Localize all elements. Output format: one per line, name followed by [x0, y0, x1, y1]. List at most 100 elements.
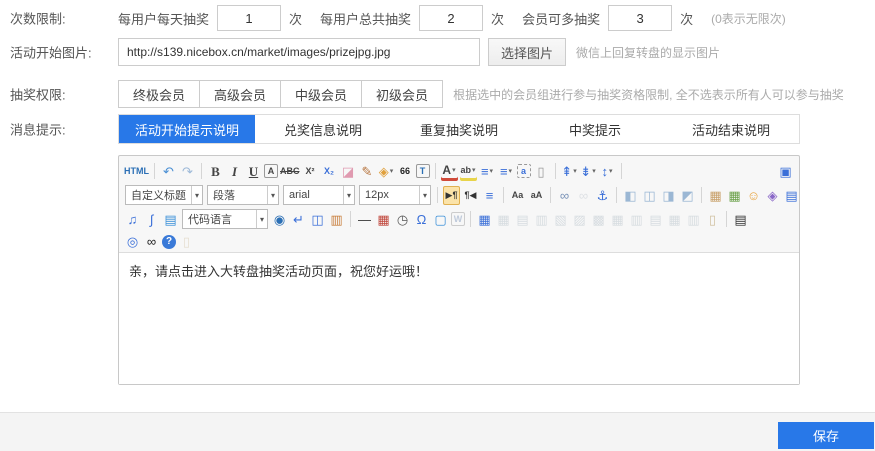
tab-repeat-draw[interactable]: 重复抽奖说明: [391, 115, 527, 143]
insert-columns-icon[interactable]: ◫: [309, 210, 326, 229]
superscript-icon[interactable]: X²: [302, 162, 319, 181]
upload-image-icon[interactable]: ▦: [726, 186, 743, 205]
chevron-down-icon[interactable]: ▾: [419, 186, 430, 204]
insert-template-icon[interactable]: ▥: [328, 210, 345, 229]
insert-date-icon[interactable]: ▦: [375, 210, 392, 229]
blockquote-icon[interactable]: 66: [397, 162, 414, 181]
chevron-down-icon[interactable]: ▾: [343, 186, 354, 204]
insert-row-above-icon[interactable]: ▧: [552, 210, 569, 229]
split-cells-icon[interactable]: ▥: [685, 210, 702, 229]
daily-draw-input[interactable]: [217, 5, 281, 31]
special-char-icon[interactable]: Ω: [413, 210, 430, 229]
delete-table-icon[interactable]: ▦: [495, 210, 512, 229]
space-above-icon[interactable]: ⇞▾: [561, 162, 578, 181]
font-family-select[interactable]: arial▾: [283, 185, 355, 205]
space-below-icon[interactable]: ⇟▾: [580, 162, 597, 181]
image-block-icon[interactable]: ◩: [679, 186, 696, 205]
undo-icon[interactable]: ↶: [160, 162, 177, 181]
paint-palette-icon[interactable]: ◈: [764, 186, 781, 205]
code-block-icon[interactable]: ◉: [271, 210, 288, 229]
insert-row-below-icon[interactable]: ▦: [609, 210, 626, 229]
chevron-down-icon[interactable]: ▾: [256, 210, 267, 228]
member-group-middle-button[interactable]: 中级会员: [280, 80, 362, 108]
font-color-icon[interactable]: A▾: [441, 162, 458, 181]
boxed-text-icon[interactable]: A: [264, 164, 278, 178]
anchor-icon[interactable]: ⚓: [594, 186, 611, 205]
image-url-input[interactable]: [118, 38, 480, 66]
fullscreen-icon[interactable]: ▣: [777, 162, 794, 181]
subscript-icon[interactable]: X₂: [321, 162, 338, 181]
member-extra-draw-input[interactable]: [608, 5, 672, 31]
new-document-icon[interactable]: ▯: [704, 210, 721, 229]
link-icon[interactable]: ∞: [556, 186, 573, 205]
new-page-icon[interactable]: ▯: [533, 162, 550, 181]
html-source-icon[interactable]: HTML: [124, 162, 149, 181]
image-left-icon[interactable]: ◧: [622, 186, 639, 205]
tab-redeem-info[interactable]: 兑奖信息说明: [255, 115, 391, 143]
editor-content[interactable]: 亲，请点击进入大转盘抽奖活动页面，祝您好运哦！: [119, 253, 799, 384]
anchor-text-icon[interactable]: a: [517, 164, 531, 178]
lowercase-icon[interactable]: aA: [528, 186, 545, 205]
emoticon-icon[interactable]: ☺: [745, 186, 762, 205]
unordered-list-icon[interactable]: ≡▾: [498, 162, 515, 181]
paste-text-icon[interactable]: T: [416, 164, 430, 178]
bold-icon[interactable]: B: [207, 162, 224, 181]
text-indent-icon[interactable]: ≡: [481, 186, 498, 205]
insert-file-icon[interactable]: ▤: [162, 210, 179, 229]
image-center-icon[interactable]: ◫: [641, 186, 658, 205]
member-group-junior-button[interactable]: 初级会员: [361, 80, 443, 108]
insert-col-right-icon[interactable]: ▥: [628, 210, 645, 229]
insert-music-icon[interactable]: ♫: [124, 210, 141, 229]
code-language-select[interactable]: 代码语言▾: [182, 209, 268, 229]
uppercase-icon[interactable]: Aa: [509, 186, 526, 205]
preview-icon[interactable]: ◎: [124, 232, 141, 251]
insert-col-left-icon[interactable]: ▨: [571, 210, 588, 229]
edit-comment-icon[interactable]: ▢: [432, 210, 449, 229]
underline-icon[interactable]: U: [245, 162, 262, 181]
image-right-icon[interactable]: ◨: [660, 186, 677, 205]
member-group-ultimate-button[interactable]: 终极会员: [118, 80, 200, 108]
line-height-icon[interactable]: ↕▾: [599, 162, 616, 181]
redo-icon[interactable]: ↷: [179, 162, 196, 181]
format-brush-icon[interactable]: ✎: [359, 162, 376, 181]
ordered-list-icon[interactable]: ≡▾: [479, 162, 496, 181]
horizontal-rule-icon[interactable]: —: [356, 210, 373, 229]
insert-video-icon[interactable]: ▤: [783, 186, 800, 205]
insert-time-icon[interactable]: ◷: [394, 210, 411, 229]
paste-template-icon[interactable]: ▯: [178, 232, 195, 251]
choose-image-button[interactable]: 选择图片: [488, 38, 566, 66]
cell-props-icon[interactable]: ▥: [533, 210, 550, 229]
tab-winning-prompt[interactable]: 中奖提示: [527, 115, 663, 143]
save-button[interactable]: 保存: [778, 422, 874, 449]
heading-style-select[interactable]: 自定义标题▾: [125, 185, 203, 205]
help-icon[interactable]: ?: [162, 235, 176, 249]
paragraph-select[interactable]: 段落▾: [207, 185, 279, 205]
unlink-icon[interactable]: ∞: [575, 186, 592, 205]
eraser-icon[interactable]: ◪: [340, 162, 357, 181]
member-group-senior-button[interactable]: 高级会员: [199, 80, 281, 108]
delete-row-icon[interactable]: ▩: [590, 210, 607, 229]
table-props-icon[interactable]: ▤: [514, 210, 531, 229]
tab-activity-start-prompt[interactable]: 活动开始提示说明: [119, 115, 255, 143]
rtl-paragraph-icon[interactable]: ¶◀: [462, 186, 479, 205]
start-image-row: 活动开始图片: 选择图片 微信上回复转盘的显示图片: [0, 37, 875, 67]
print-icon[interactable]: ▤: [732, 210, 749, 229]
chevron-down-icon[interactable]: ▾: [191, 186, 202, 204]
merge-cells-icon[interactable]: ▦: [666, 210, 683, 229]
color-style-icon[interactable]: ◈▾: [378, 162, 395, 181]
delete-col-icon[interactable]: ▤: [647, 210, 664, 229]
total-draw-input[interactable]: [419, 5, 483, 31]
attachment-icon[interactable]: ∫: [143, 210, 160, 229]
ltr-paragraph-icon[interactable]: ▶¶: [443, 186, 460, 205]
find-replace-icon[interactable]: ∞: [143, 232, 160, 251]
italic-icon[interactable]: I: [226, 162, 243, 181]
chevron-down-icon[interactable]: ▾: [267, 186, 278, 204]
word-import-icon[interactable]: W: [451, 212, 465, 226]
insert-table-icon[interactable]: ▦: [476, 210, 493, 229]
font-size-select[interactable]: 12px▾: [359, 185, 431, 205]
page-break-icon[interactable]: ↵: [290, 210, 307, 229]
tab-activity-end[interactable]: 活动结束说明: [663, 115, 799, 143]
highlight-color-icon[interactable]: ab▾: [460, 162, 477, 181]
insert-image-icon[interactable]: ▦: [707, 186, 724, 205]
strikethrough-icon[interactable]: ABC: [280, 162, 300, 181]
